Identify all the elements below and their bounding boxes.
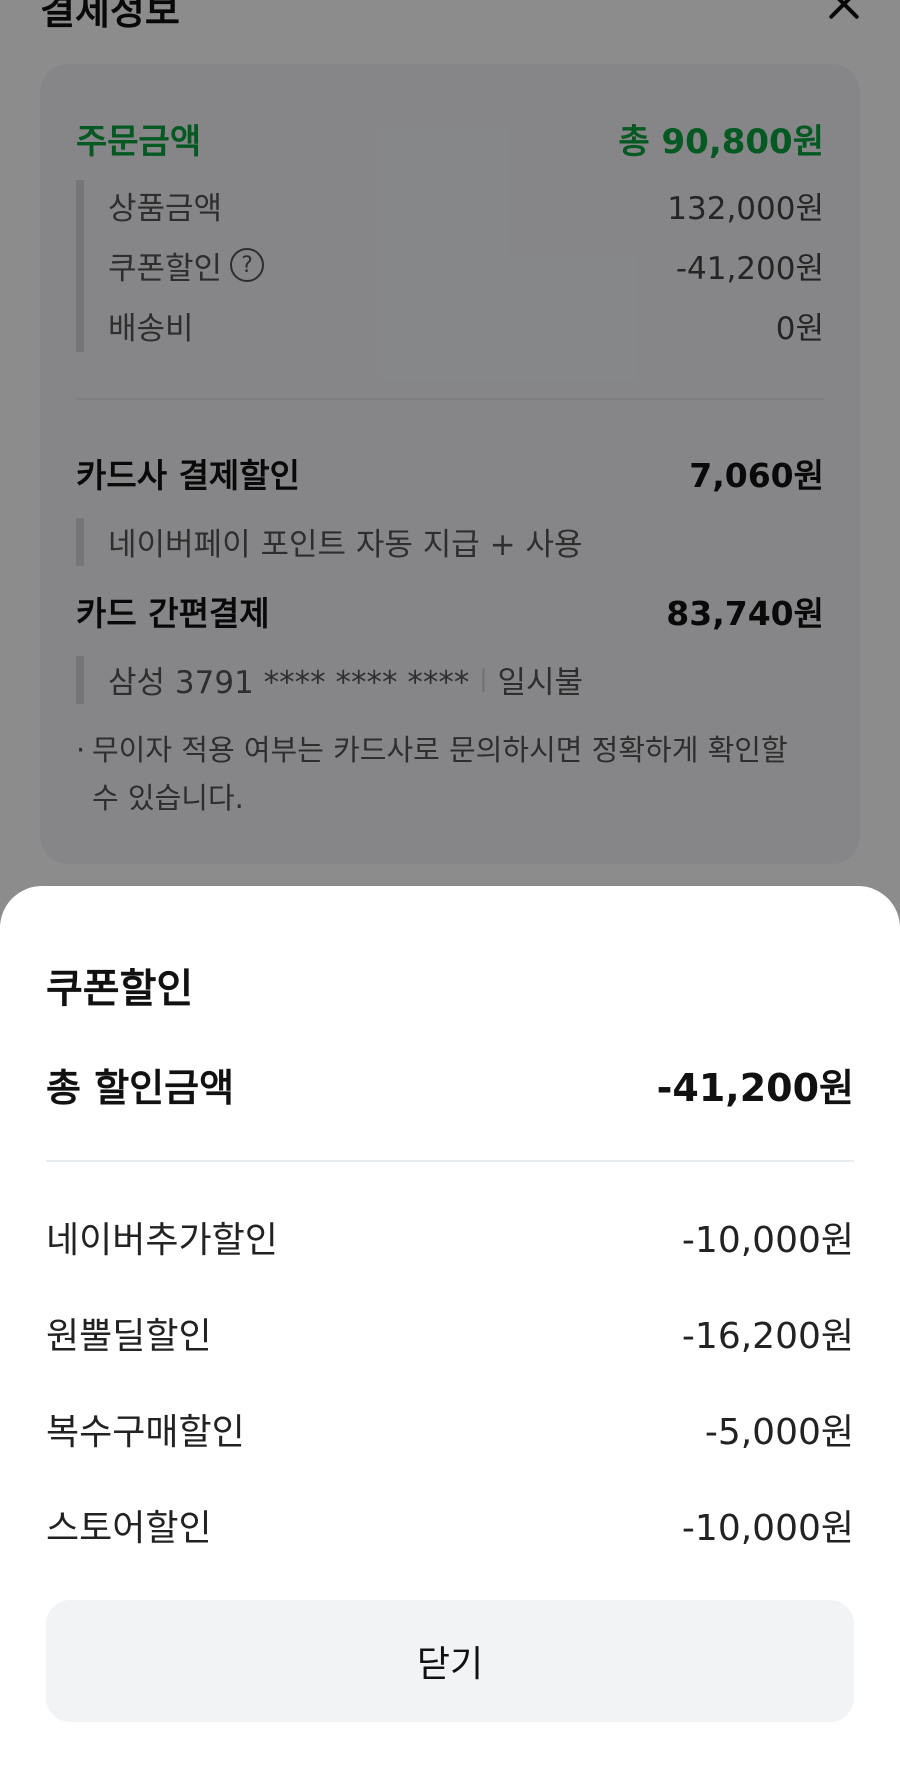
discount-label: 스토어할인 [46, 1508, 212, 1549]
discount-value: -5,000원 [704, 1412, 854, 1453]
divider [46, 1160, 854, 1162]
close-button[interactable]: 닫기 [46, 1600, 854, 1722]
discount-label: 복수구매할인 [46, 1412, 245, 1453]
sheet-title: 쿠폰할인 [46, 966, 194, 1012]
list-item: 복수구매할인 -5,000원 [46, 1402, 854, 1456]
total-discount-label: 총 할인금액 [46, 1065, 235, 1110]
discount-value: -10,000원 [681, 1220, 854, 1261]
total-discount-value: -41,200원 [656, 1065, 854, 1110]
list-item: 네이버추가할인 -10,000원 [46, 1210, 854, 1264]
list-item: 원뿔딜할인 -16,200원 [46, 1306, 854, 1360]
total-discount-row: 총 할인금액 -41,200원 [46, 1056, 854, 1112]
discount-value: -10,000원 [681, 1508, 854, 1549]
discount-value: -16,200원 [681, 1316, 854, 1357]
discount-label: 네이버추가할인 [46, 1220, 278, 1261]
discount-label: 원뿔딜할인 [46, 1316, 212, 1357]
list-item: 스토어할인 -10,000원 [46, 1498, 854, 1552]
coupon-discount-sheet: 쿠폰할인 총 할인금액 -41,200원 네이버추가할인 -10,000원 원뿔… [0, 886, 900, 1768]
